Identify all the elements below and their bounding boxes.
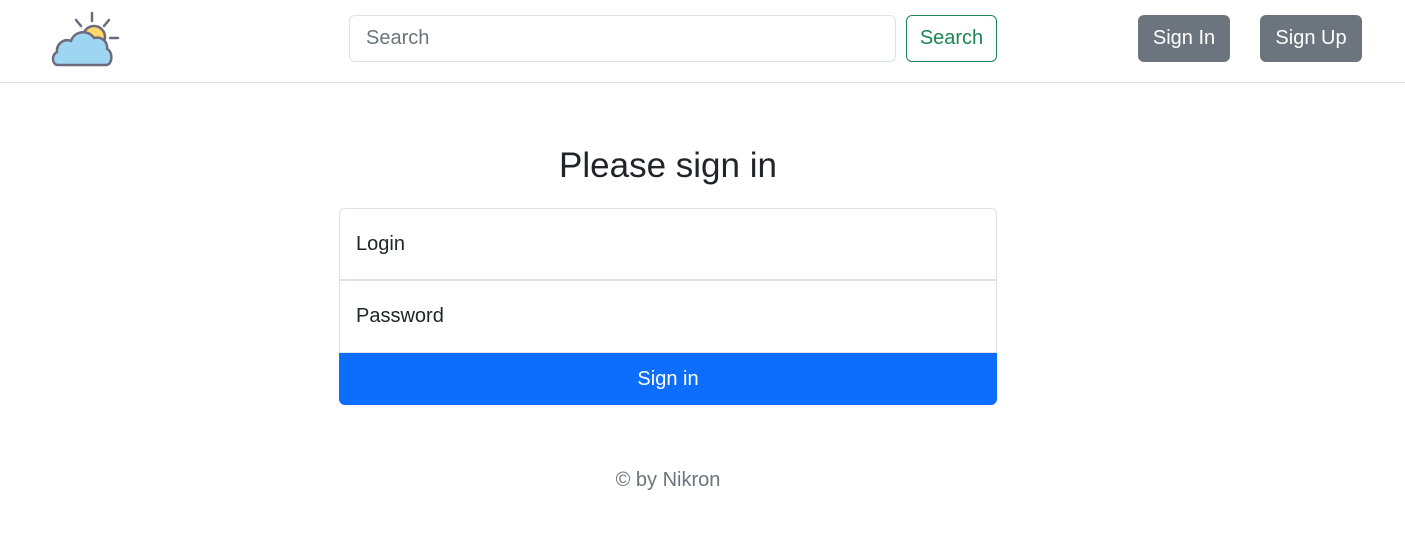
form-title: Please sign in: [559, 146, 777, 185]
password-field[interactable]: [339, 280, 997, 353]
login-field[interactable]: [339, 208, 997, 280]
sign-up-nav-button[interactable]: Sign Up: [1260, 15, 1362, 62]
navbar: Search Sign In Sign Up: [0, 0, 1405, 83]
search-button[interactable]: Search: [906, 15, 997, 62]
search-input[interactable]: [349, 15, 896, 62]
weather-cloud-sun-icon[interactable]: [50, 11, 122, 69]
footer-copyright: © by Nikron: [615, 469, 721, 491]
sign-in-submit-button[interactable]: Sign in: [339, 353, 997, 405]
sign-in-nav-button[interactable]: Sign In: [1138, 15, 1230, 62]
